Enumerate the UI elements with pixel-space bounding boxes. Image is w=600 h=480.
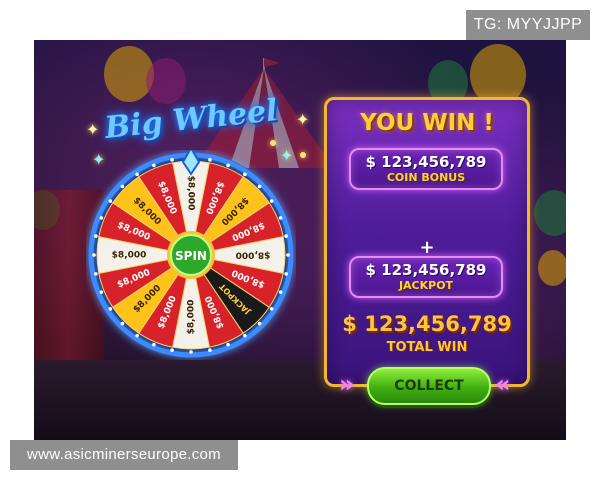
coin-bonus-label: COIN BONUS [386,171,466,184]
wheel-rim-light [208,348,212,352]
wheel-rim-light [269,199,274,203]
balloon-decoration [146,58,186,104]
wheel-rim-light [170,158,174,162]
wheel-rim-light [226,163,230,168]
wheel-rim-light [152,342,156,347]
collect-button[interactable]: COLLECT [367,367,491,405]
wheel-rim-light [120,321,125,326]
wheel-rim-light [208,158,212,162]
wheel-rim-light [108,199,113,203]
jackpot-amount: $ 123,456,789 [365,261,487,279]
balloon-decoration [538,250,566,286]
telegram-watermark: TG: MYYJJPP [466,10,590,40]
you-win-heading: YOU WIN ! [360,110,494,136]
wheel-rim-light [286,253,290,257]
balloon-decoration [534,190,566,236]
sparkle-icon: ✦ [86,120,100,139]
wheel-prize-label: $8,000 [236,250,271,260]
prize-wheel: $8,000 $8,000 $8,000 $8,000 $8,000 $8,000 JACK… [86,145,296,360]
wheel-rim-light [278,216,283,220]
coin-bonus-box: $ 123,456,789 COIN BONUS [349,148,503,190]
wheel-prize-label: $8,000 [112,251,147,261]
spin-button-label[interactable]: SPIN [175,249,207,263]
wheel-prize-label: $8,000 [186,176,196,211]
jackpot-box: $ 123,456,789 JACKPOT [349,256,503,298]
plus-sign: + [419,237,435,258]
wheel-rim-light [99,290,104,294]
total-win-label: TOTAL WIN [386,340,468,355]
wheel-rim-light [269,307,274,311]
wheel-rim-light [94,234,98,238]
prize-wheel-graphic: $8,000 $8,000$8,000$8,000$8,000$8,000JACK… [88,145,294,358]
wheel-rim-light [92,253,96,257]
total-win-amount: $ 123,456,789 [342,312,512,336]
jackpot-label: JACKPOT [398,279,454,292]
light-bulb [300,152,306,158]
website-watermark: www.asicminerseurope.com [10,440,238,470]
game-scene: Big Wheel ✦ ✦ ✦ ✦ $8,000 $8,000 $8,000 $8,0… [34,40,566,440]
wheel-rim-light [257,321,262,326]
wheel-rim-light [94,272,98,276]
wheel-rim-light [108,307,113,311]
wheel-prize-label: $8,000 [187,300,197,335]
chevron-right-icon: » [339,370,355,398]
wheel-rim-light [278,290,283,294]
wheel-rim-light [226,342,230,347]
wheel-rim-light [257,184,262,189]
chevron-left-icon: « [495,370,511,398]
wheel-rim-light [99,216,104,220]
wheel-rim-light [243,333,247,338]
wheel-rim-light [189,350,193,354]
wheel-rim-light [243,172,247,177]
wheel-rim-light [284,234,288,238]
wheel-rim-light [135,333,139,338]
wheel-rim-light [135,172,139,177]
wheel-rim-light [284,272,288,276]
coin-bonus-amount: $ 123,456,789 [365,153,487,171]
win-panel: YOU WIN ! $ 123,456,789 COIN BONUS + $ 1… [324,97,530,405]
sparkle-icon: ✦ [296,110,310,129]
wheel-rim-light [152,163,156,168]
wheel-rim-light [120,184,125,189]
wheel-rim-light [170,348,174,352]
